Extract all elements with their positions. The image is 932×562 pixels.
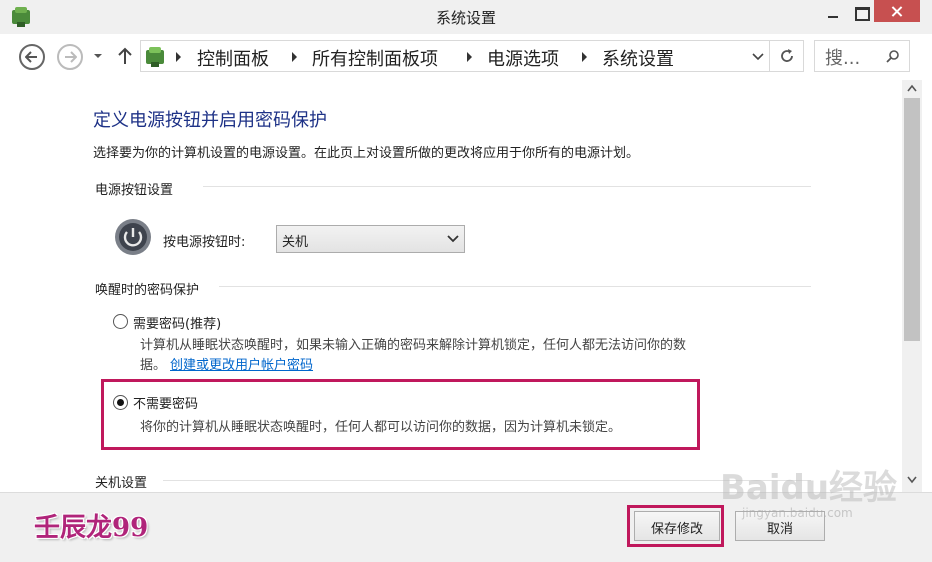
breadcrumb-all-items[interactable]: 所有控制面板项 bbox=[312, 45, 438, 71]
breadcrumb-separator-icon bbox=[292, 52, 297, 62]
forward-button[interactable] bbox=[57, 44, 83, 70]
power-button-label: 按电源按钮时: bbox=[163, 235, 246, 250]
section-divider bbox=[163, 480, 811, 481]
no-password-radio[interactable] bbox=[113, 395, 128, 410]
page-title: 定义电源按钮并启用密码保护 bbox=[93, 110, 327, 131]
breadcrumb-separator-icon bbox=[582, 52, 587, 62]
forward-arrow-icon bbox=[65, 51, 77, 63]
refresh-icon bbox=[781, 49, 793, 62]
password-section-title: 唤醒时的密码保护 bbox=[95, 283, 200, 298]
up-arrow-icon[interactable] bbox=[116, 46, 134, 66]
create-change-password-link[interactable]: 创建或更改用户帐户密码 bbox=[170, 354, 313, 373]
require-password-label[interactable]: 需要密码(推荐) bbox=[133, 313, 221, 332]
power-button-section-title: 电源按钮设置 bbox=[95, 183, 174, 198]
breadcrumb-separator-icon bbox=[467, 52, 472, 62]
baidu-watermark-url: jingyan.baidu.com bbox=[742, 506, 853, 520]
back-button[interactable] bbox=[19, 44, 45, 70]
no-password-label[interactable]: 不需要密码 bbox=[133, 393, 198, 412]
scrollbar-thumb[interactable] bbox=[904, 98, 920, 341]
vertical-scrollbar[interactable] bbox=[902, 80, 922, 492]
highlight-annotation-box bbox=[101, 379, 700, 450]
address-history-chevron-icon[interactable] bbox=[751, 51, 765, 63]
close-button[interactable] bbox=[874, 0, 920, 22]
scroll-up-arrow-icon[interactable] bbox=[907, 84, 917, 92]
shutdown-section-title: 关机设置 bbox=[95, 476, 148, 491]
navigation-bar: 控制面板 所有控制面板项 电源选项 系统设置 搜... bbox=[0, 34, 932, 80]
scroll-down-arrow-icon[interactable] bbox=[907, 476, 917, 484]
maximize-button[interactable] bbox=[846, 2, 876, 26]
require-password-description: 计算机从睡眠状态唤醒时，如果未输入正确的密码来解除计算机锁定，任何人都无法访问你… bbox=[140, 338, 687, 353]
address-bar[interactable]: 控制面板 所有控制面板项 电源选项 系统设置 bbox=[140, 40, 770, 72]
require-password-radio[interactable] bbox=[113, 314, 128, 329]
settings-content: 定义电源按钮并启用密码保护 选择要为你的计算机设置的电源设置。在此页上对设置所做… bbox=[10, 80, 902, 492]
page-description: 选择要为你的计算机设置的电源设置。在此页上对设置所做的更改将应用于你所有的电源计… bbox=[93, 146, 640, 161]
refresh-button[interactable] bbox=[770, 40, 804, 72]
section-divider bbox=[219, 286, 811, 287]
breadcrumb-power-options[interactable]: 电源选项 bbox=[487, 45, 559, 71]
power-button-icon bbox=[115, 219, 151, 255]
chevron-down-icon bbox=[447, 235, 459, 243]
no-password-description: 将你的计算机从睡眠状态唤醒时，任何人都可以访问你的数据，因为计算机未锁定。 bbox=[140, 420, 622, 435]
title-bar: 系统设置 bbox=[0, 0, 932, 34]
baidu-watermark: Baidu经验 bbox=[720, 468, 898, 508]
section-divider bbox=[203, 186, 811, 187]
require-password-description-cont: 据。 bbox=[140, 358, 167, 373]
breadcrumb-separator-icon bbox=[176, 52, 181, 62]
search-icon[interactable] bbox=[886, 49, 900, 63]
minimize-button[interactable] bbox=[818, 2, 848, 26]
power-button-action-select[interactable]: 关机 bbox=[276, 225, 465, 253]
power-button-action-value: 关机 bbox=[282, 235, 309, 250]
back-arrow-icon bbox=[25, 51, 37, 63]
breadcrumb-system-settings[interactable]: 系统设置 bbox=[602, 45, 674, 71]
control-panel-icon bbox=[146, 47, 164, 67]
recent-locations-chevron-icon[interactable] bbox=[92, 50, 104, 62]
author-watermark: 壬辰龙99 bbox=[34, 513, 149, 543]
save-changes-button[interactable]: 保存修改 bbox=[634, 511, 720, 541]
breadcrumb-control-panel[interactable]: 控制面板 bbox=[197, 45, 269, 71]
window-title: 系统设置 bbox=[435, 9, 496, 27]
